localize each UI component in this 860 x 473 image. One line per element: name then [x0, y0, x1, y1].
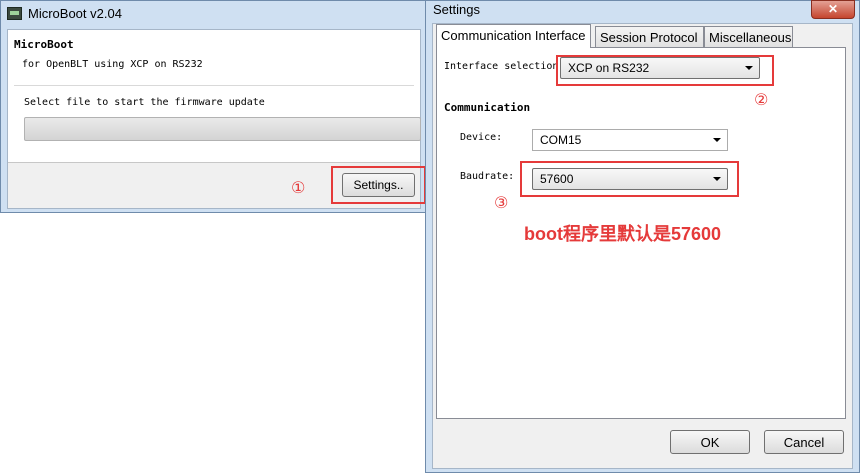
microboot-subtitle: for OpenBLT using XCP on RS232	[22, 59, 203, 70]
microboot-window-title: MicroBoot v2.04	[28, 6, 122, 21]
device-value: COM15	[540, 133, 582, 147]
baudrate-label: Baudrate:	[460, 171, 515, 182]
microboot-titlebar[interactable]: MicroBoot v2.04	[1, 1, 425, 27]
cancel-button[interactable]: Cancel	[764, 430, 844, 454]
annotation-note: boot程序里默认是57600	[524, 224, 722, 244]
annotation-marker-1: ①	[291, 180, 306, 197]
device-label: Device:	[460, 132, 503, 143]
tab-session-protocol[interactable]: Session Protocol	[595, 26, 704, 47]
microboot-heading: MicroBoot	[14, 38, 74, 51]
settings-dialog-body: Communication Interface Session Protocol…	[432, 23, 853, 469]
microboot-info-panel: MicroBoot for OpenBLT using XCP on RS232…	[8, 30, 421, 163]
highlight-interface-selection	[556, 55, 774, 86]
annotation-marker-3: ③	[494, 195, 509, 212]
firmware-progress-bar	[24, 117, 421, 141]
microboot-app-icon	[7, 7, 22, 20]
close-button[interactable]: ✕	[811, 0, 855, 19]
ok-button[interactable]: OK	[670, 430, 750, 454]
highlight-settings-button	[331, 166, 426, 204]
chevron-down-icon	[713, 138, 721, 142]
close-icon: ✕	[827, 2, 839, 16]
interface-selection-label: Interface selection	[444, 61, 559, 72]
annotation-marker-2: ②	[754, 92, 769, 109]
tab-communication-interface[interactable]: Communication Interface	[436, 24, 591, 48]
highlight-baudrate	[520, 161, 739, 197]
tab-miscellaneous[interactable]: Miscellaneous	[704, 26, 793, 47]
settings-dialog-title: Settings	[433, 2, 480, 17]
communication-heading: Communication	[444, 101, 531, 114]
device-dropdown[interactable]: COM15	[532, 129, 728, 151]
select-file-label: Select file to start the firmware update	[24, 97, 265, 108]
